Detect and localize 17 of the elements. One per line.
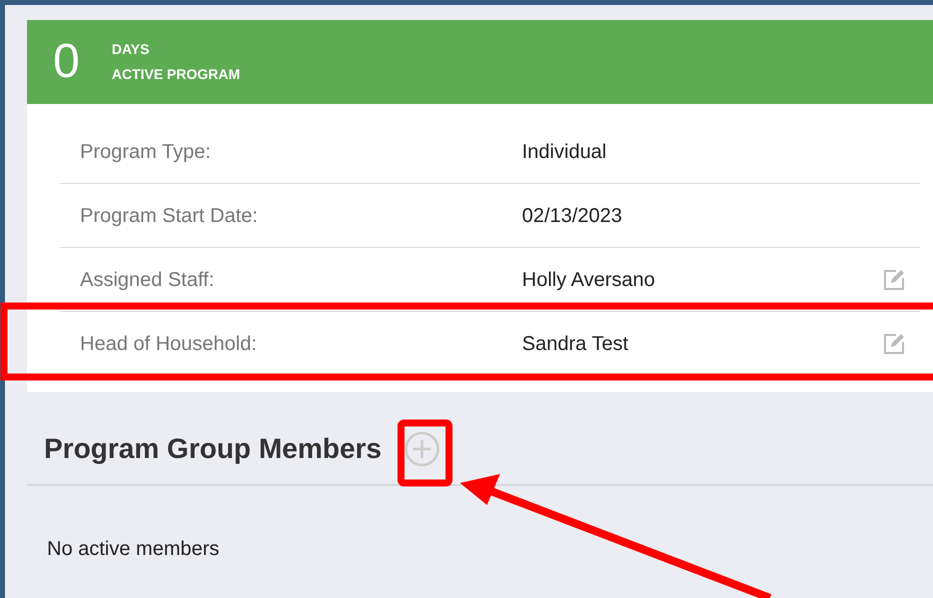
field-label: Head of Household:	[79, 332, 258, 357]
edit-icon[interactable]	[882, 268, 906, 292]
field-label: Program Start Date:	[79, 204, 259, 228]
field-value: Holly Aversano	[522, 268, 656, 292]
field-value: Sandra Test	[522, 332, 630, 357]
active-program-label: ACTIVE PROGRAM	[112, 65, 240, 84]
day-count: 0	[53, 38, 80, 86]
field-value: 02/13/2023	[522, 204, 624, 228]
edit-icon[interactable]	[882, 332, 906, 356]
field-label: Program Type:	[79, 140, 212, 164]
add-icon[interactable]	[404, 431, 440, 467]
days-label: DAYS	[112, 40, 150, 59]
empty-message: No active members	[47, 537, 220, 562]
field-label: Assigned Staff:	[79, 268, 216, 292]
section-title: Program Group Members	[44, 432, 382, 466]
highlight-frame	[398, 420, 452, 486]
field-value: Individual	[522, 140, 608, 164]
